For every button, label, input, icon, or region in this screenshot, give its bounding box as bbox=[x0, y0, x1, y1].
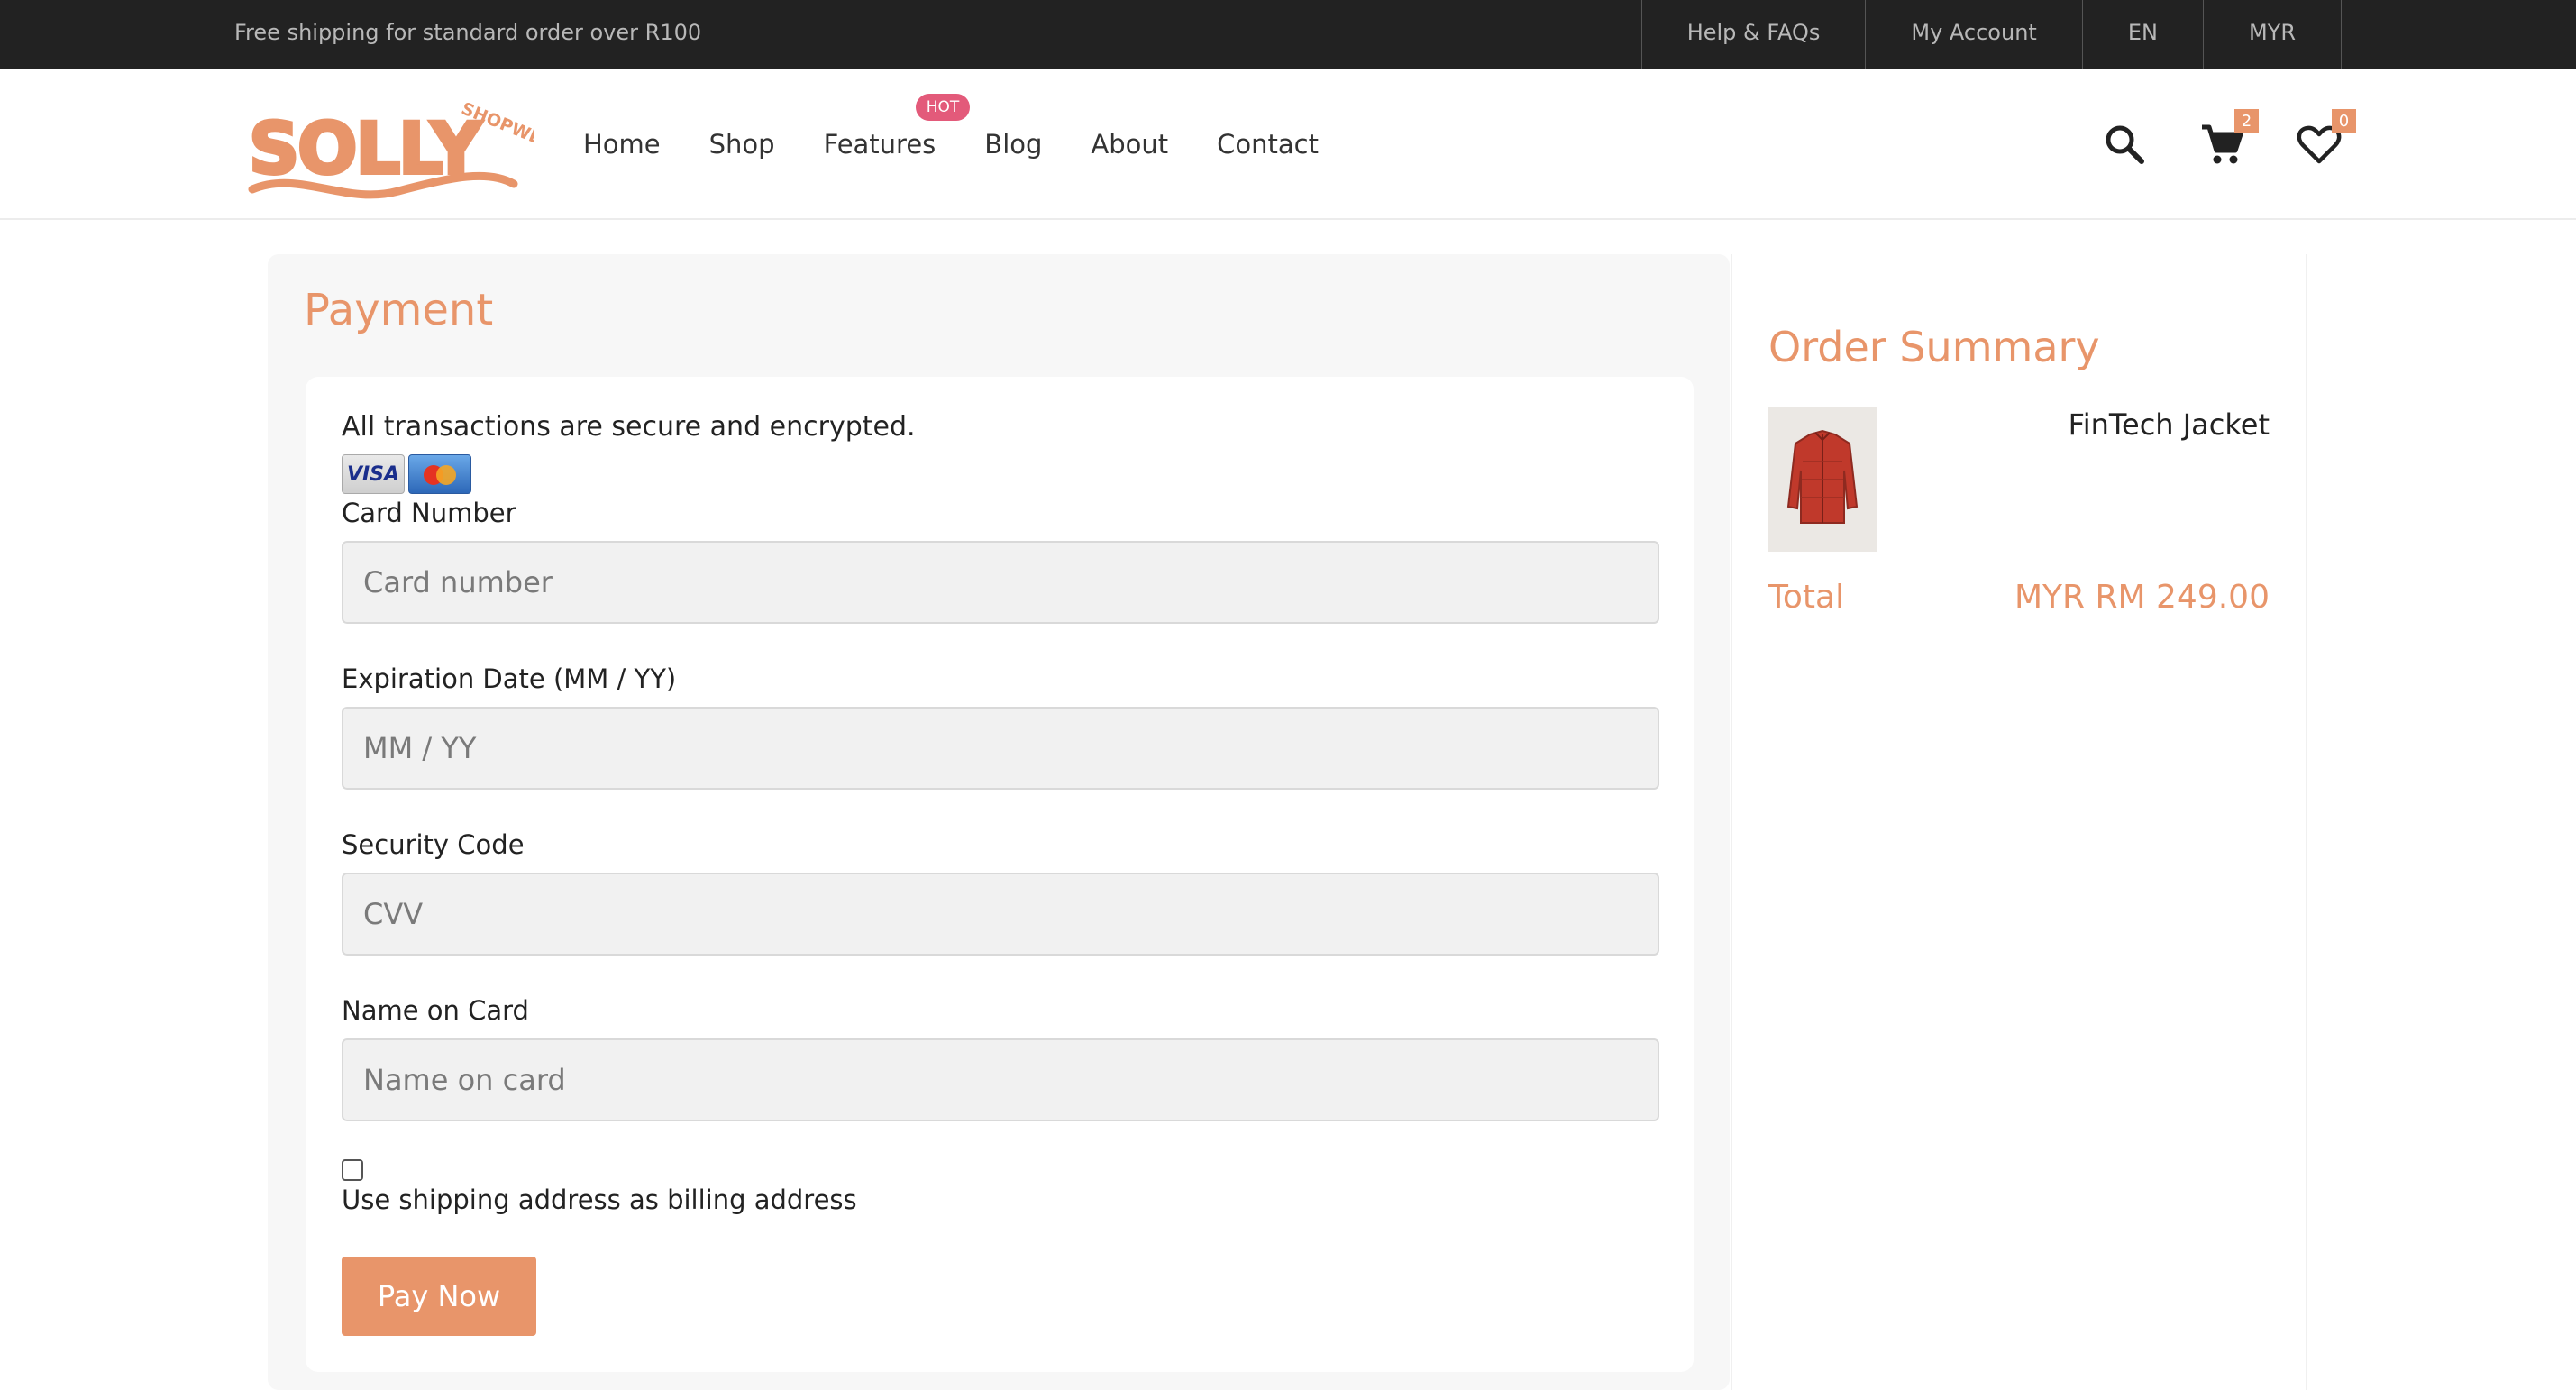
visa-logo: VISA bbox=[342, 454, 405, 494]
security-code-label: Security Code bbox=[342, 829, 525, 860]
nav-about[interactable]: About bbox=[1091, 69, 1168, 220]
help-faqs-link[interactable]: Help & FAQs bbox=[1642, 0, 1867, 69]
payment-form: All transactions are secure and encrypte… bbox=[306, 377, 1694, 1372]
payment-title: Payment bbox=[304, 285, 494, 335]
payment-panel: Payment All transactions are secure and … bbox=[268, 254, 1730, 1390]
card-number-label: Card Number bbox=[342, 498, 516, 528]
top-bar-links: Help & FAQs My Account EN MYR bbox=[1640, 0, 2342, 69]
heart-icon[interactable]: 0 bbox=[2297, 109, 2356, 167]
hot-badge: HOT bbox=[915, 94, 971, 121]
name-on-card-label: Name on Card bbox=[342, 995, 529, 1026]
order-summary-panel: Order Summary FinTech Jacket Total MYR R… bbox=[1731, 254, 2307, 1390]
logo-text: SOLLY bbox=[249, 109, 483, 190]
nav-home[interactable]: Home bbox=[583, 69, 661, 220]
main-header: SOLLY SHOPWE Home Shop Features HOT Blog … bbox=[0, 69, 2576, 220]
nav-shop-label: Shop bbox=[708, 129, 775, 160]
nav-contact[interactable]: Contact bbox=[1217, 69, 1319, 220]
currency-selector[interactable]: MYR bbox=[2204, 0, 2342, 69]
nav-blog-label: Blog bbox=[984, 129, 1043, 160]
nav-features[interactable]: Features HOT bbox=[823, 69, 971, 220]
product-thumbnail[interactable] bbox=[1768, 407, 1877, 552]
card-brand-logos: VISA bbox=[342, 454, 475, 494]
language-selector[interactable]: EN bbox=[2083, 0, 2204, 69]
nav-home-label: Home bbox=[583, 129, 661, 160]
total-value: MYR RM 249.00 bbox=[2014, 579, 2270, 616]
top-bar: Free shipping for standard order over R1… bbox=[0, 0, 2576, 69]
nav-about-label: About bbox=[1091, 129, 1169, 160]
nav-features-label: Features bbox=[823, 129, 936, 160]
cart-icon[interactable]: 2 bbox=[2199, 109, 2259, 167]
solly-logo[interactable]: SOLLY SHOPWE bbox=[245, 83, 544, 209]
nav-blog[interactable]: Blog bbox=[984, 69, 1042, 220]
shipping-promo-text: Free shipping for standard order over R1… bbox=[234, 20, 702, 45]
mastercard-logo bbox=[408, 454, 471, 494]
product-name[interactable]: FinTech Jacket bbox=[2069, 407, 2270, 442]
nav-contact-label: Contact bbox=[1217, 129, 1319, 160]
search-icon[interactable] bbox=[2102, 122, 2147, 167]
card-number-input[interactable] bbox=[342, 541, 1659, 624]
pay-now-button[interactable]: Pay Now bbox=[342, 1257, 536, 1336]
nav-shop[interactable]: Shop bbox=[709, 69, 775, 220]
cart-count-badge: 2 bbox=[2234, 109, 2259, 133]
expiration-date-label: Expiration Date (MM / YY) bbox=[342, 663, 677, 694]
billing-address-checkbox[interactable] bbox=[342, 1159, 363, 1181]
secure-notice: All transactions are secure and encrypte… bbox=[342, 411, 916, 443]
total-label: Total bbox=[1768, 579, 1845, 616]
header-icons: 2 0 bbox=[2050, 69, 2356, 220]
expiration-date-input[interactable] bbox=[342, 707, 1659, 790]
name-on-card-input[interactable] bbox=[342, 1038, 1659, 1121]
security-code-input[interactable] bbox=[342, 873, 1659, 956]
wishlist-count-badge: 0 bbox=[2332, 109, 2356, 133]
order-summary-title: Order Summary bbox=[1768, 323, 2100, 371]
my-account-link[interactable]: My Account bbox=[1866, 0, 2083, 69]
main-nav: Home Shop Features HOT Blog About Contact bbox=[559, 69, 1343, 220]
billing-address-label: Use shipping address as billing address bbox=[342, 1184, 857, 1215]
